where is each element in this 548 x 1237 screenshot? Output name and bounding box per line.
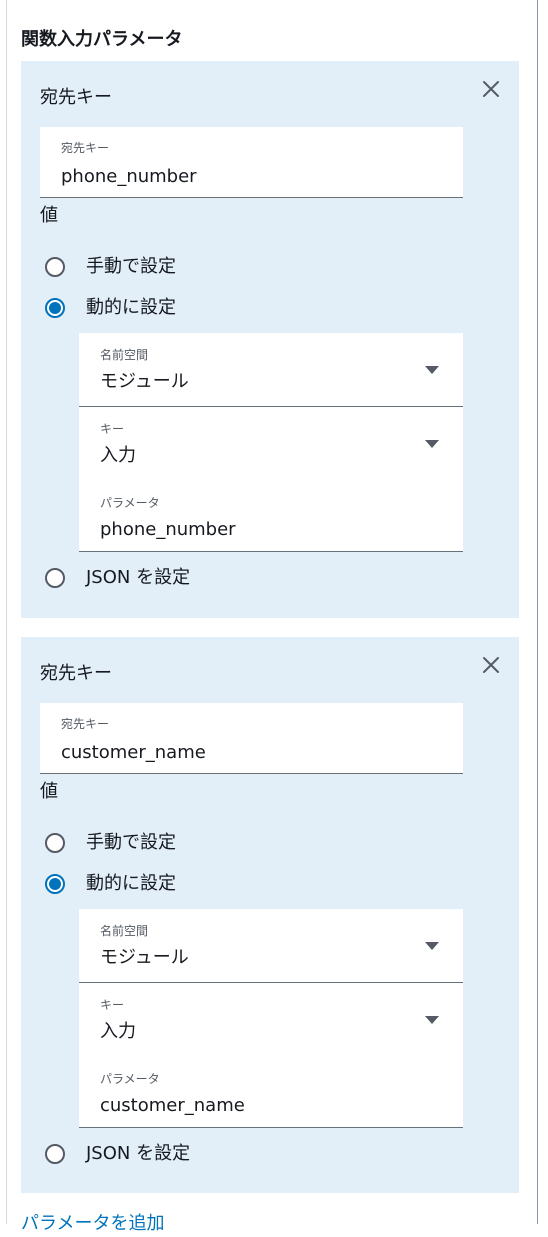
namespace-label: 名前空間 xyxy=(100,924,149,938)
parameter-value: phone_number xyxy=(100,519,236,540)
parameter-label: パラメータ xyxy=(100,496,160,510)
namespace-label: 名前空間 xyxy=(100,348,149,362)
key-label: キー xyxy=(100,422,125,436)
radio-button[interactable] xyxy=(45,833,65,853)
destination-key-value: phone_number xyxy=(61,166,197,187)
key-select[interactable]: キー 入力 xyxy=(79,983,463,1057)
dynamic-settings: 名前空間 モジュール キー 入力 パラメータ customer_name xyxy=(79,909,463,1128)
parameter-label: パラメータ xyxy=(100,1072,160,1086)
radio-button[interactable] xyxy=(45,1144,65,1164)
parameter-card: 宛先キー 宛先キー phone_number 値 手動で設定 動的に設定 名前空… xyxy=(21,61,519,618)
remove-parameter-button[interactable] xyxy=(477,75,505,103)
key-select[interactable]: キー 入力 xyxy=(79,407,463,481)
caret-down-icon xyxy=(425,366,439,374)
value-label: 値 xyxy=(40,205,58,226)
radio-button[interactable] xyxy=(45,568,65,588)
key-value: 入力 xyxy=(100,1021,136,1042)
caret-down-icon xyxy=(425,942,439,950)
radio-label: 手動で設定 xyxy=(86,256,176,277)
radio-label: JSON を設定 xyxy=(86,1143,191,1164)
card-title: 宛先キー xyxy=(40,87,112,108)
radio-dynamic[interactable]: 動的に設定 xyxy=(45,871,176,897)
panel-border-right xyxy=(537,0,538,1224)
remove-parameter-button[interactable] xyxy=(477,651,505,679)
radio-label: 手動で設定 xyxy=(86,832,176,853)
radio-dynamic[interactable]: 動的に設定 xyxy=(45,295,176,321)
radio-label: JSON を設定 xyxy=(86,567,191,588)
destination-key-input[interactable]: 宛先キー phone_number xyxy=(40,127,463,198)
parameter-input[interactable]: パラメータ phone_number xyxy=(79,481,463,551)
parameter-value: customer_name xyxy=(100,1095,245,1116)
radio-label: 動的に設定 xyxy=(86,297,176,318)
caret-down-icon xyxy=(425,440,439,448)
value-label: 値 xyxy=(40,781,58,802)
namespace-select[interactable]: 名前空間 モジュール xyxy=(79,909,463,983)
parameter-card: 宛先キー 宛先キー customer_name 値 手動で設定 動的に設定 名前… xyxy=(21,637,519,1193)
add-parameter-link[interactable]: パラメータを追加 xyxy=(21,1211,164,1237)
radio-manual[interactable]: 手動で設定 xyxy=(45,830,176,856)
close-icon xyxy=(483,81,499,97)
key-label: キー xyxy=(100,998,125,1012)
namespace-value: モジュール xyxy=(100,947,189,968)
dynamic-settings: 名前空間 モジュール キー 入力 パラメータ phone_number xyxy=(79,333,463,552)
destination-key-label: 宛先キー xyxy=(61,141,110,155)
radio-label: 動的に設定 xyxy=(86,873,176,894)
radio-manual[interactable]: 手動で設定 xyxy=(45,254,176,280)
panel-border-left xyxy=(6,0,7,1224)
namespace-value: モジュール xyxy=(100,371,189,392)
radio-button[interactable] xyxy=(45,298,65,318)
section-title: 関数入力パラメータ xyxy=(21,29,183,50)
card-title: 宛先キー xyxy=(40,663,112,684)
radio-button[interactable] xyxy=(45,257,65,277)
destination-key-value: customer_name xyxy=(61,742,206,763)
caret-down-icon xyxy=(425,1016,439,1024)
namespace-select[interactable]: 名前空間 モジュール xyxy=(79,333,463,407)
destination-key-label: 宛先キー xyxy=(61,717,110,731)
key-value: 入力 xyxy=(100,445,136,466)
destination-key-input[interactable]: 宛先キー customer_name xyxy=(40,703,463,774)
radio-button[interactable] xyxy=(45,874,65,894)
parameter-input[interactable]: パラメータ customer_name xyxy=(79,1057,463,1127)
radio-json[interactable]: JSON を設定 xyxy=(45,1141,190,1167)
radio-json[interactable]: JSON を設定 xyxy=(45,565,190,591)
close-icon xyxy=(483,657,499,673)
